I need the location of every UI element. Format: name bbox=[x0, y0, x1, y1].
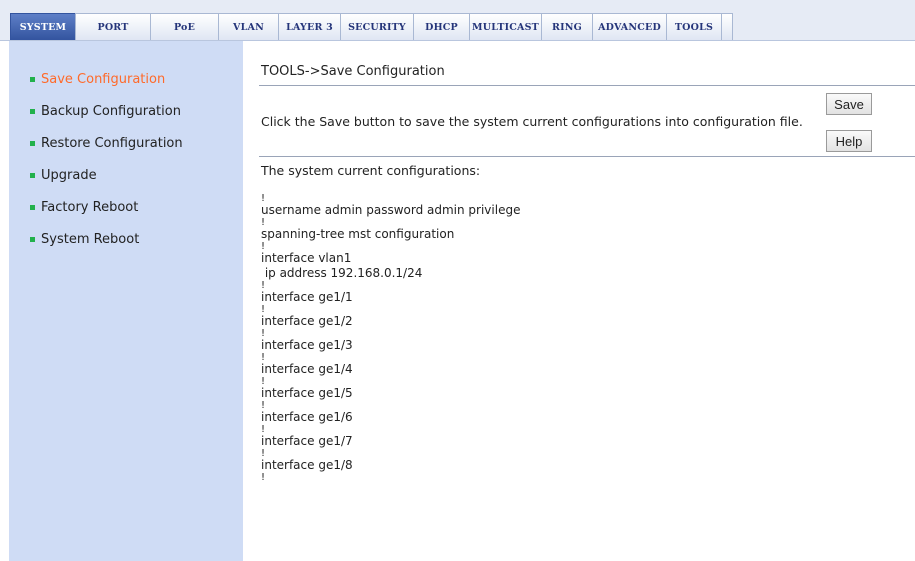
bullet-icon bbox=[30, 76, 35, 82]
config-line: ! bbox=[261, 193, 266, 204]
config-line: interface ge1/4 bbox=[261, 362, 353, 376]
tab-layer3[interactable]: LAYER 3 bbox=[278, 13, 341, 40]
sidebar-item-factory-reboot[interactable]: Factory Reboot bbox=[9, 191, 243, 223]
divider bbox=[259, 156, 915, 157]
bullet-icon bbox=[30, 172, 35, 178]
config-line: interface ge1/1 bbox=[261, 290, 353, 304]
bullet-icon bbox=[30, 236, 35, 242]
config-line: ! bbox=[261, 217, 266, 228]
help-button[interactable]: Help bbox=[826, 130, 872, 152]
save-description: Click the Save button to save the system… bbox=[261, 114, 803, 129]
sidebar-item-label: Factory Reboot bbox=[41, 199, 139, 215]
bullet-icon bbox=[30, 108, 35, 114]
divider bbox=[259, 85, 915, 86]
config-line: ! bbox=[261, 376, 266, 387]
tab-poe[interactable]: PoE bbox=[150, 13, 219, 40]
config-line: interface ge1/5 bbox=[261, 386, 353, 400]
sidebar-item-label: System Reboot bbox=[41, 231, 140, 247]
tab-advanced[interactable]: ADVANCED bbox=[592, 13, 667, 40]
config-line: ! bbox=[261, 241, 266, 252]
tab-dhcp[interactable]: DHCP bbox=[413, 13, 470, 40]
config-line: ! bbox=[261, 448, 266, 459]
bullet-icon bbox=[30, 140, 35, 146]
breadcrumb: TOOLS->Save Configuration bbox=[261, 64, 445, 79]
config-line: ! bbox=[261, 352, 266, 363]
config-line: username admin password admin privilege bbox=[261, 203, 521, 217]
sidebar-item-backup-configuration[interactable]: Backup Configuration bbox=[9, 95, 243, 127]
tab-tools[interactable]: TOOLS bbox=[666, 13, 722, 40]
sidebar-item-upgrade[interactable]: Upgrade bbox=[9, 159, 243, 191]
config-line: interface ge1/2 bbox=[261, 314, 353, 328]
sidebar-menu: Save Configuration Backup Configuration … bbox=[9, 41, 243, 255]
config-line: ! bbox=[261, 400, 266, 411]
tab-security[interactable]: SECURITY bbox=[340, 13, 414, 40]
bullet-icon bbox=[30, 204, 35, 210]
config-line: ! bbox=[261, 280, 266, 291]
config-line: ! bbox=[261, 304, 266, 315]
top-navigation: SYSTEM PORT PoE VLAN LAYER 3 SECURITY DH… bbox=[0, 0, 915, 41]
tab-ring[interactable]: RING bbox=[541, 13, 593, 40]
main-content: TOOLS->Save Configuration Click the Save… bbox=[243, 41, 915, 561]
config-line: interface ge1/8 bbox=[261, 458, 353, 472]
config-line: interface ge1/3 bbox=[261, 338, 353, 352]
config-line: ! bbox=[261, 472, 266, 483]
config-line: interface ge1/7 bbox=[261, 434, 353, 448]
sidebar-item-label: Restore Configuration bbox=[41, 135, 183, 151]
sidebar-item-label: Save Configuration bbox=[41, 71, 166, 87]
config-title: The system current configurations: bbox=[261, 163, 481, 178]
config-line: spanning-tree mst configuration bbox=[261, 227, 455, 241]
tab-strip: SYSTEM PORT PoE VLAN LAYER 3 SECURITY DH… bbox=[10, 13, 733, 41]
tab-vlan[interactable]: VLAN bbox=[218, 13, 279, 40]
sidebar: Save Configuration Backup Configuration … bbox=[9, 41, 243, 561]
config-line: interface vlan1 bbox=[261, 251, 352, 265]
tab-multicast[interactable]: MULTICAST bbox=[469, 13, 542, 40]
tab-end-cap bbox=[721, 13, 733, 40]
sidebar-item-label: Upgrade bbox=[41, 167, 97, 183]
save-button[interactable]: Save bbox=[826, 93, 872, 115]
sidebar-item-system-reboot[interactable]: System Reboot bbox=[9, 223, 243, 255]
tab-port[interactable]: PORT bbox=[75, 13, 151, 40]
sidebar-item-label: Backup Configuration bbox=[41, 103, 181, 119]
config-line: ! bbox=[261, 424, 266, 435]
sidebar-item-restore-configuration[interactable]: Restore Configuration bbox=[9, 127, 243, 159]
tab-system[interactable]: SYSTEM bbox=[10, 13, 76, 40]
sidebar-item-save-configuration[interactable]: Save Configuration bbox=[9, 63, 243, 95]
config-line: ! bbox=[261, 328, 266, 339]
config-listing: ! username admin password admin privilege… bbox=[261, 193, 521, 483]
config-line: ip address 192.168.0.1/24 bbox=[261, 266, 423, 280]
config-line: interface ge1/6 bbox=[261, 410, 353, 424]
